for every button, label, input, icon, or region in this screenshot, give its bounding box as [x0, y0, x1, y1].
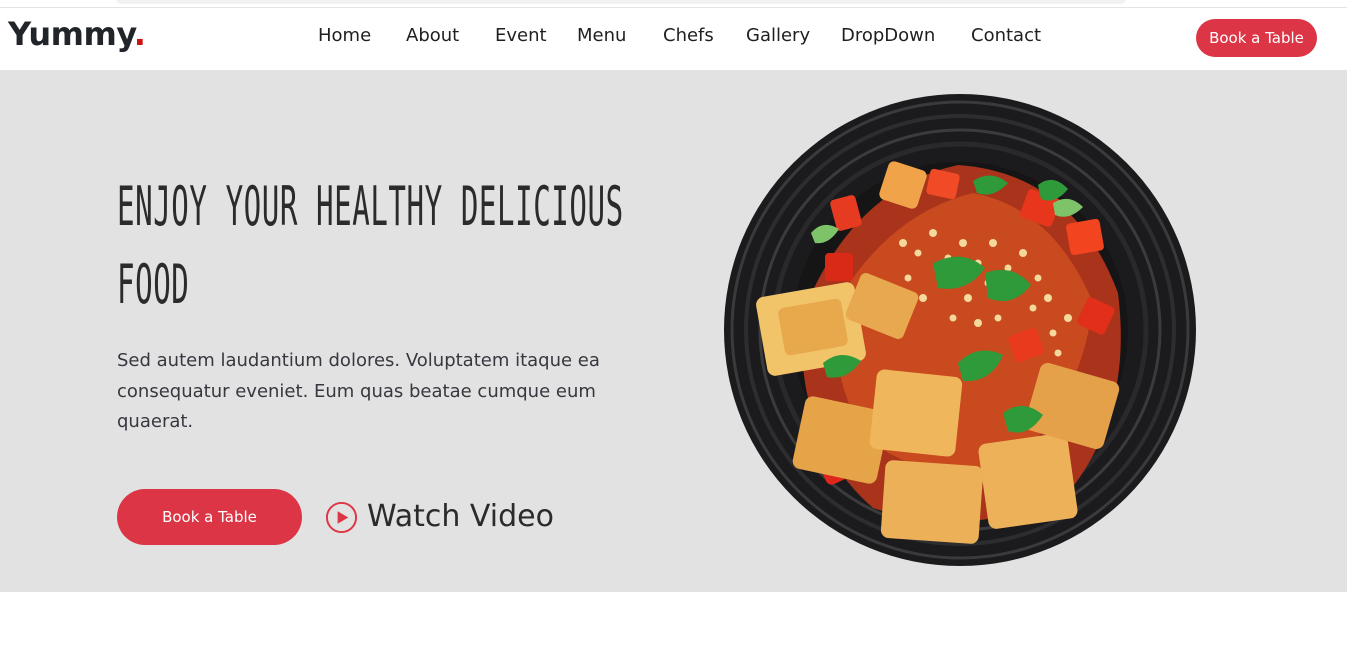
hero-book-table-button[interactable]: Book a Table: [117, 489, 302, 545]
browser-top-strip: [0, 0, 1347, 8]
nav-home[interactable]: Home: [318, 25, 371, 46]
hero-description: Sed autem laudantium dolores. Voluptatem…: [117, 350, 600, 432]
header-book-table-button[interactable]: Book a Table: [1196, 19, 1317, 57]
hero-title-line2: Food: [117, 253, 190, 316]
food-bowl-image: [724, 94, 1196, 566]
watch-video-label: Watch Video: [367, 499, 554, 534]
page-below-hero: [0, 592, 1347, 651]
address-bar-remnant: [116, 0, 1126, 4]
nav-about[interactable]: About: [406, 25, 459, 46]
main-nav: Home About Event Menu Chefs Gallery Drop…: [0, 8, 1347, 70]
nav-chefs[interactable]: Chefs: [663, 25, 714, 46]
watch-video-link[interactable]: Watch Video: [325, 499, 554, 535]
hero-title: Enjoy Your Healthy Delicious Food: [117, 168, 679, 324]
hero-title-line1: Enjoy Your Healthy Delicious: [117, 175, 624, 238]
nav-gallery[interactable]: Gallery: [746, 25, 810, 46]
nav-dropdown[interactable]: DropDown: [841, 25, 935, 46]
play-circle-icon: [325, 501, 358, 533]
nav-contact[interactable]: Contact: [971, 25, 1041, 46]
nav-event[interactable]: Event: [495, 25, 547, 46]
hero-section: Enjoy Your Healthy Delicious Food Sed aut…: [0, 70, 1347, 592]
nav-menu[interactable]: Menu: [577, 25, 626, 46]
site-header: Yummy. Home About Event Menu Chefs Galle…: [0, 8, 1347, 70]
